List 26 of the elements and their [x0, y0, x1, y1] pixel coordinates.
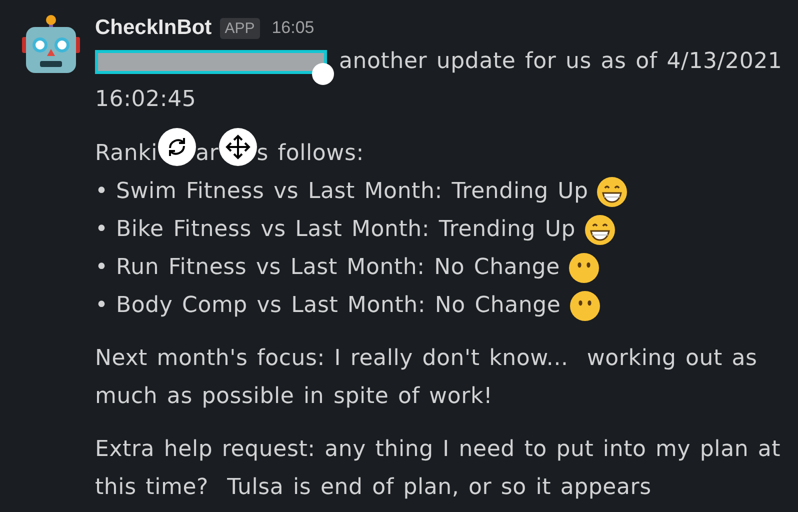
- message-text: ar: [196, 140, 219, 168]
- message-text: 16:02:45: [95, 87, 196, 112]
- face-without-mouth-icon: [568, 252, 600, 284]
- message-text: another update for us as of 4/13/2021: [339, 48, 782, 76]
- bullet-mark: •: [95, 254, 110, 282]
- list-item-text: Swim Fitness vs Last Month: Trending Up: [116, 178, 588, 206]
- app-badge: APP: [220, 18, 260, 38]
- sender-name: CheckInBot: [95, 16, 212, 40]
- timestamp: 16:05: [272, 18, 314, 38]
- move-icon[interactable]: [218, 128, 257, 166]
- list-item-text: Run Fitness vs Last Month: No Change: [116, 254, 560, 282]
- robot-avatar: [22, 15, 80, 73]
- bullet-mark: •: [95, 216, 110, 244]
- bullet-mark: •: [95, 178, 110, 206]
- bullet-mark: •: [95, 292, 110, 320]
- list-item-text: Bike Fitness vs Last Month: Trending Up: [116, 216, 576, 244]
- message-paragraph: Next month's focus: I really don't know... working out as much as possible in spite of work!: [95, 345, 758, 411]
- message-text: s follows:: [256, 140, 364, 168]
- list-item-text: Body Comp vs Last Month: No Change: [116, 292, 561, 320]
- grinning-face-icon: [596, 176, 628, 208]
- resize-handle[interactable]: [312, 63, 334, 85]
- face-without-mouth-icon: [568, 290, 601, 322]
- message-paragraph: Extra help request: any thing I need to put into my plan at this time? Tulsa is end of plan, or so it appears: [95, 436, 782, 502]
- message-text: Ranki: [95, 140, 158, 168]
- grinning-face-icon: [584, 214, 616, 246]
- rotate-icon[interactable]: [158, 128, 196, 166]
